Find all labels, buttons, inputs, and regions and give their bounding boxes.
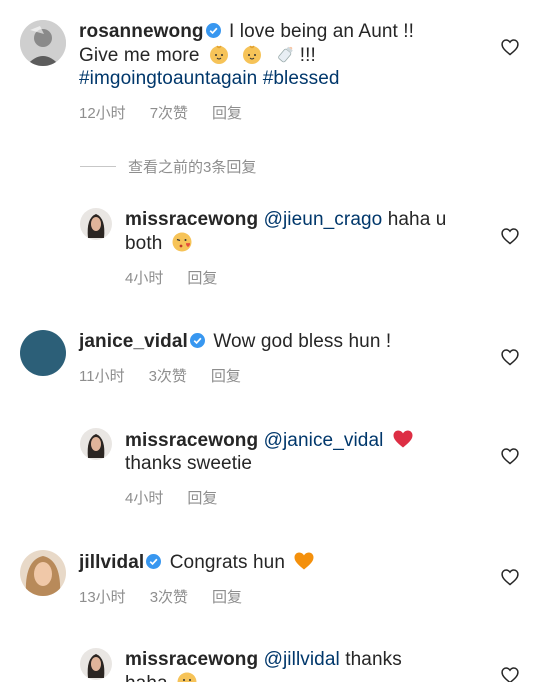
comment-line2: Give me more xyxy=(79,45,200,66)
baby-face-emoji xyxy=(241,43,263,65)
like-heart-icon[interactable] xyxy=(500,567,520,587)
comment-text: rosannewong I love being an Aunt !! Give… xyxy=(79,20,414,90)
likes-count[interactable]: 3次赞 xyxy=(149,365,187,386)
reply-text-a: haha u xyxy=(387,209,447,230)
likes-count[interactable]: 3次赞 xyxy=(150,586,188,607)
username[interactable]: missracewong xyxy=(125,430,258,451)
comment-line2-end: !!! xyxy=(299,45,316,66)
username[interactable]: missracewong xyxy=(125,649,258,670)
timestamp: 4小时 xyxy=(125,270,164,287)
like-heart-icon[interactable] xyxy=(500,446,520,466)
timestamp: 13小时 xyxy=(79,589,126,606)
like-heart-icon[interactable] xyxy=(500,665,520,682)
avatar[interactable] xyxy=(20,550,66,596)
baby-face-emoji xyxy=(208,43,230,65)
divider-line xyxy=(80,166,116,167)
baby-bottle-emoji xyxy=(275,43,297,65)
comment-line1: I love being an Aunt !! xyxy=(229,21,415,42)
grinning-emoji xyxy=(176,671,198,682)
orange-heart-emoji xyxy=(293,550,315,572)
comment-meta: 11小时 3次赞 回复 xyxy=(79,365,391,386)
mention[interactable]: @jieun_crago xyxy=(264,209,383,230)
view-previous-replies[interactable]: 查看之前的3条回复 xyxy=(80,156,256,177)
timestamp: 11小时 xyxy=(79,368,125,385)
reply-button[interactable]: 回复 xyxy=(212,586,242,607)
reply-missracewong-3: missracewong @jillvidal thanks haha xyxy=(80,648,402,682)
reply-text-b: haha xyxy=(125,673,168,682)
timestamp: 12小时 xyxy=(79,105,126,122)
reply-text-a: thanks xyxy=(345,649,402,670)
kissing-heart-emoji xyxy=(171,231,193,253)
reply-missracewong-1: missracewong @jieun_crago haha u both 4小… xyxy=(80,208,446,288)
red-heart-emoji xyxy=(392,428,414,450)
reply-button[interactable]: 回复 xyxy=(187,487,217,508)
avatar[interactable] xyxy=(20,330,66,376)
comment-meta: 13小时 3次赞 回复 xyxy=(79,586,318,607)
verified-badge-icon xyxy=(146,552,162,569)
reply-text: missracewong @jillvidal thanks haha xyxy=(125,648,402,682)
reply-meta: 4小时 回复 xyxy=(125,487,417,508)
username[interactable]: jillvidal xyxy=(79,552,144,573)
comment-jillvidal: jillvidal Congrats hun 13小时 3次赞 回复 xyxy=(20,550,318,607)
comment-text: janice_vidal Wow god bless hun ! xyxy=(79,330,391,353)
reply-button[interactable]: 回复 xyxy=(187,267,217,288)
reply-button[interactable]: 回复 xyxy=(211,365,241,386)
reply-text: missracewong @janice_vidal thanks sweeti… xyxy=(125,428,417,475)
reply-button[interactable]: 回复 xyxy=(212,102,242,123)
hashtags[interactable]: #imgoingtoauntagain #blessed xyxy=(79,68,340,89)
reply-meta: 4小时 回复 xyxy=(125,267,446,288)
mention[interactable]: @janice_vidal xyxy=(264,430,384,451)
like-heart-icon[interactable] xyxy=(500,37,520,57)
mention[interactable]: @jillvidal xyxy=(264,649,340,670)
like-heart-icon[interactable] xyxy=(500,347,520,367)
reply-text-b: both xyxy=(125,233,163,254)
avatar[interactable] xyxy=(80,428,112,460)
comment-text: jillvidal Congrats hun xyxy=(79,550,318,574)
username[interactable]: janice_vidal xyxy=(79,331,188,352)
comment-rosannewong: rosannewong I love being an Aunt !! Give… xyxy=(20,20,414,123)
comment-body: Congrats hun xyxy=(169,552,285,573)
timestamp: 4小时 xyxy=(125,490,164,507)
view-previous-label[interactable]: 查看之前的3条回复 xyxy=(128,156,256,177)
avatar[interactable] xyxy=(20,20,66,66)
likes-count[interactable]: 7次赞 xyxy=(150,102,188,123)
username[interactable]: missracewong xyxy=(125,209,258,230)
reply-text-b: thanks sweetie xyxy=(125,453,253,474)
comment-meta: 12小时 7次赞 回复 xyxy=(79,102,414,123)
comment-janice-vidal: janice_vidal Wow god bless hun ! 11小时 3次… xyxy=(20,330,391,386)
comment-body: Wow god bless hun ! xyxy=(213,331,392,352)
reply-text: missracewong @jieun_crago haha u both xyxy=(125,208,446,255)
avatar[interactable] xyxy=(80,208,112,240)
avatar[interactable] xyxy=(80,648,112,680)
verified-badge-icon xyxy=(205,21,221,38)
verified-badge-icon xyxy=(189,331,205,348)
reply-missracewong-2: missracewong @janice_vidal thanks sweeti… xyxy=(80,428,417,508)
username[interactable]: rosannewong xyxy=(79,21,204,42)
like-heart-icon[interactable] xyxy=(500,226,520,246)
